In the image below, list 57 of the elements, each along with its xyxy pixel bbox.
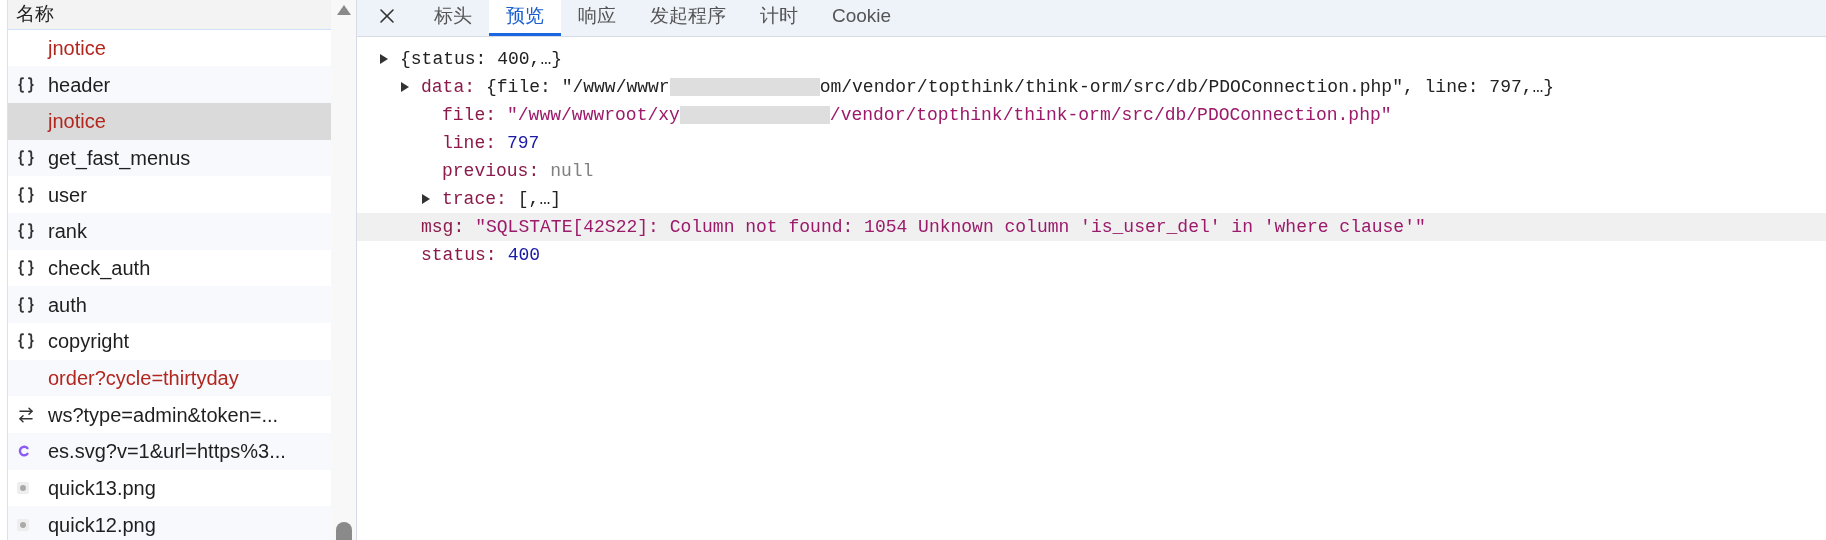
json-value: "/www/wwwroot/xy bbox=[507, 103, 680, 127]
image-thumbnail-icon bbox=[17, 482, 29, 495]
json-key: msg: bbox=[421, 213, 465, 241]
json-key: previous: bbox=[442, 157, 540, 185]
json-value: 797 bbox=[507, 131, 540, 155]
braces-icon bbox=[17, 222, 35, 241]
braces-icon bbox=[17, 148, 35, 167]
json-row[interactable]: line: 797 bbox=[357, 129, 1826, 157]
request-row[interactable]: rank bbox=[8, 212, 331, 250]
json-key: data: bbox=[421, 73, 475, 101]
json-value: om/vendor/topthink/think-orm/src/db/PDOConnection.php", line: 797,…} bbox=[819, 75, 1555, 99]
request-row[interactable]: es.svg?v=1&url=https%3... bbox=[8, 433, 331, 470]
arc-icon bbox=[17, 444, 31, 459]
json-key: file: bbox=[442, 101, 496, 129]
tab[interactable]: 响应 bbox=[561, 0, 633, 36]
request-row[interactable]: get_fast_menus bbox=[8, 139, 331, 177]
expand-triangle-icon[interactable] bbox=[421, 193, 431, 205]
image-thumbnail-icon bbox=[17, 518, 29, 531]
json-key: line: bbox=[442, 129, 496, 157]
arrows-icon bbox=[17, 405, 35, 424]
json-value: {status: 400,…} bbox=[400, 47, 563, 71]
request-row[interactable]: quick12.png bbox=[8, 506, 331, 540]
braces-icon bbox=[17, 295, 35, 314]
expand-triangle-icon[interactable] bbox=[379, 53, 389, 65]
braces-icon bbox=[17, 258, 35, 277]
braces-icon bbox=[17, 75, 35, 94]
json-row[interactable]: file: "/www/wwwroot/xy /vendor/topthink/think-orm/src/db/PDOConnection.php" bbox=[357, 101, 1826, 129]
scroll-up-icon[interactable] bbox=[335, 4, 352, 16]
json-value: [,…] bbox=[517, 187, 562, 211]
json-row[interactable]: status: 400 bbox=[357, 241, 1826, 269]
json-row[interactable]: msg: "SQLSTATE[42S22]: Column not found: 1054 Unknown column 'is_user_del' in 'where clause'" bbox=[357, 213, 1826, 241]
tab[interactable]: 计时 bbox=[743, 0, 815, 36]
braces-icon bbox=[17, 185, 35, 204]
scroll-thumb[interactable] bbox=[335, 522, 352, 540]
braces-icon bbox=[17, 332, 35, 351]
json-value: null bbox=[550, 159, 594, 183]
tab[interactable]: 预览 bbox=[489, 0, 561, 36]
column-header[interactable]: 名称 bbox=[8, 0, 331, 30]
json-row[interactable]: trace: [,…] bbox=[357, 185, 1826, 213]
request-row[interactable]: auth bbox=[8, 286, 331, 323]
json-key: status: bbox=[421, 241, 497, 269]
tab[interactable]: 标头 bbox=[417, 0, 489, 36]
json-row[interactable]: data: {file: "/www/wwwr om/vendor/topthink/think-orm/src/db/PDOConnection.php", line: 797,…} bbox=[357, 73, 1826, 101]
json-row[interactable]: {status: 400,…} bbox=[357, 45, 1826, 73]
request-row[interactable]: jnotice bbox=[8, 102, 331, 140]
json-value: 400 bbox=[507, 243, 541, 267]
json-value: "SQLSTATE[42S22]: Column not found: 1054 Unknown column 'is_user_del' in 'where clause'" bbox=[475, 215, 1426, 239]
request-row[interactable]: order?cycle=thirtyday bbox=[8, 359, 331, 397]
json-value: {file: "/www/wwwr bbox=[486, 75, 670, 99]
tab[interactable]: Cookie bbox=[815, 0, 909, 36]
json-row[interactable]: previous: null bbox=[357, 157, 1826, 185]
json-key: trace: bbox=[442, 185, 507, 213]
scrollbar[interactable] bbox=[331, 0, 356, 540]
tab[interactable]: 发起程序 bbox=[633, 0, 743, 36]
json-value: /vendor/topthink/think-orm/src/db/PDOConnection.php" bbox=[829, 103, 1392, 127]
expand-triangle-icon[interactable] bbox=[400, 81, 410, 93]
request-row[interactable]: header bbox=[8, 66, 331, 103]
